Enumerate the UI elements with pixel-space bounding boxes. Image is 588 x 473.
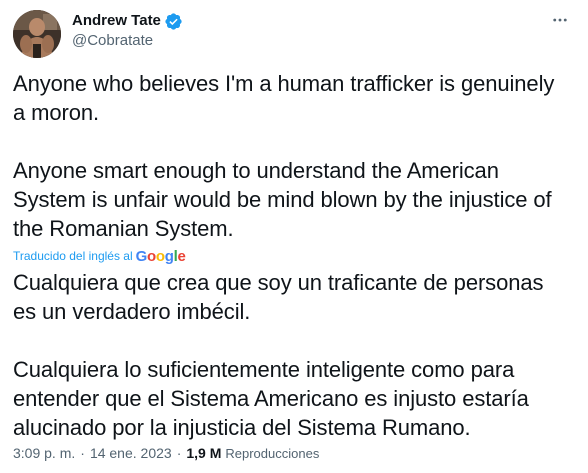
verified-badge-icon xyxy=(164,12,183,31)
author-name-row: Andrew Tate xyxy=(72,11,183,31)
meta-separator: · xyxy=(176,445,182,461)
tweet-date[interactable]: 14 ene. 2023 xyxy=(90,445,172,461)
tweet-card: Andrew Tate @Cobratate Anyone who believ… xyxy=(0,0,588,473)
tweet-translated-text: Cualquiera que crea que soy un traficant… xyxy=(13,270,544,440)
views-count: 1,9 M xyxy=(186,445,222,461)
google-logo: Google xyxy=(135,247,186,265)
avatar-image xyxy=(13,10,61,58)
translation-attribution[interactable]: Traducido del inglés al Google xyxy=(13,244,572,268)
translation-label: Traducido del inglés al xyxy=(13,249,133,263)
tweet-timestamp[interactable]: 3:09 p. m. xyxy=(13,445,75,461)
tweet-original-text: Anyone who believes I'm a human traffick… xyxy=(13,71,555,241)
author-handle[interactable]: @Cobratate xyxy=(72,31,183,51)
tweet-meta: 3:09 p. m. · 14 ene. 2023 · 1,9 M Reprod… xyxy=(13,445,319,461)
views-label: Reproducciones xyxy=(225,445,320,461)
meta-separator: · xyxy=(80,445,85,461)
more-options-icon xyxy=(553,18,567,22)
tweet-header: Andrew Tate @Cobratate xyxy=(13,0,572,60)
author-avatar[interactable] xyxy=(13,10,61,58)
more-options-button[interactable] xyxy=(550,10,570,30)
author-names: Andrew Tate @Cobratate xyxy=(72,10,183,51)
author-name[interactable]: Andrew Tate xyxy=(72,11,161,31)
